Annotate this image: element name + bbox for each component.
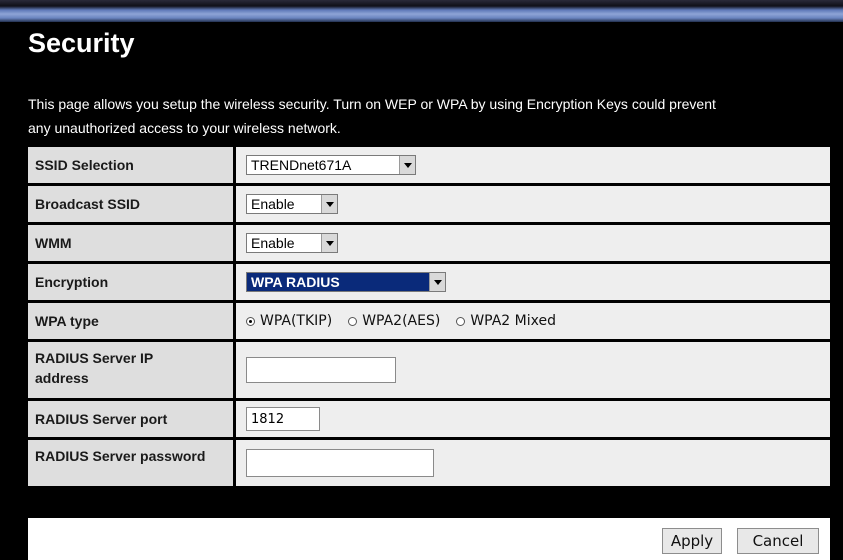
ssid-selection-value: TRENDnet671A xyxy=(251,157,352,173)
encryption-select[interactable]: WPA RADIUS xyxy=(246,272,446,292)
chevron-down-icon[interactable] xyxy=(399,156,415,174)
chevron-down-icon[interactable] xyxy=(321,195,337,213)
wpa-tkip-label: WPA(TKIP) xyxy=(260,313,333,329)
row-wmm: WMM Enable xyxy=(28,225,830,261)
radio-unselected-icon[interactable] xyxy=(348,316,358,326)
encryption-label: Encryption xyxy=(28,264,236,300)
wpa-type-label: WPA type xyxy=(28,303,236,339)
row-encryption: Encryption WPA RADIUS xyxy=(28,264,830,300)
row-ssid-selection: SSID Selection TRENDnet671A xyxy=(28,147,830,183)
security-settings-table: SSID Selection TRENDnet671A Broadcast SS… xyxy=(28,144,830,489)
wmm-select[interactable]: Enable xyxy=(246,233,338,253)
encryption-value: WPA RADIUS xyxy=(247,273,429,291)
wpa2-mixed-radio[interactable]: WPA2 Mixed xyxy=(456,313,556,329)
radius-ip-input[interactable] xyxy=(246,357,396,383)
cancel-button[interactable]: Cancel xyxy=(737,528,819,554)
radius-port-input[interactable] xyxy=(246,407,320,431)
apply-button[interactable]: Apply xyxy=(662,528,722,554)
wmm-label: WMM xyxy=(28,225,236,261)
page-description: This page allows you setup the wireless … xyxy=(28,92,828,140)
wpa2-aes-radio[interactable]: WPA2(AES) xyxy=(348,313,440,329)
row-radius-port: RADIUS Server port xyxy=(28,401,830,437)
row-radius-password: RADIUS Server password xyxy=(28,440,830,486)
wpa-type-radio-group: WPA(TKIP) WPA2(AES) WPA2 Mixed xyxy=(246,313,830,329)
ssid-selection-select[interactable]: TRENDnet671A xyxy=(246,155,416,175)
radio-unselected-icon[interactable] xyxy=(456,316,466,326)
radius-ip-label: RADIUS Server IP address xyxy=(28,342,236,398)
wpa2-mixed-label: WPA2 Mixed xyxy=(470,313,556,329)
broadcast-ssid-value: Enable xyxy=(251,196,295,212)
wmm-value: Enable xyxy=(251,235,295,251)
chevron-down-icon[interactable] xyxy=(429,273,445,291)
description-line-2: any unauthorized access to your wireless… xyxy=(28,120,341,136)
radio-selected-icon[interactable] xyxy=(246,316,255,326)
chevron-down-icon[interactable] xyxy=(321,234,337,252)
page-title: Security xyxy=(28,28,135,58)
broadcast-ssid-select[interactable]: Enable xyxy=(246,194,338,214)
radius-ip-label-line-1: RADIUS Server IP xyxy=(35,350,154,366)
broadcast-ssid-label: Broadcast SSID xyxy=(28,186,236,222)
wpa-tkip-radio[interactable]: WPA(TKIP) xyxy=(246,313,332,329)
ssid-selection-label: SSID Selection xyxy=(28,147,236,183)
row-broadcast-ssid: Broadcast SSID Enable xyxy=(28,186,830,222)
button-bar: Apply Cancel xyxy=(28,518,830,560)
radius-port-label: RADIUS Server port xyxy=(28,401,236,437)
radius-ip-label-line-2: address xyxy=(35,370,89,386)
row-radius-ip: RADIUS Server IP address xyxy=(28,342,830,398)
wpa2-aes-label: WPA2(AES) xyxy=(362,313,441,329)
radius-password-label: RADIUS Server password xyxy=(28,440,236,486)
description-line-1: This page allows you setup the wireless … xyxy=(28,96,716,112)
top-banner-bar xyxy=(0,0,843,22)
row-wpa-type: WPA type WPA(TKIP) WPA2(AES) WPA2 Mixed xyxy=(28,303,830,339)
radius-password-input[interactable] xyxy=(246,449,434,477)
